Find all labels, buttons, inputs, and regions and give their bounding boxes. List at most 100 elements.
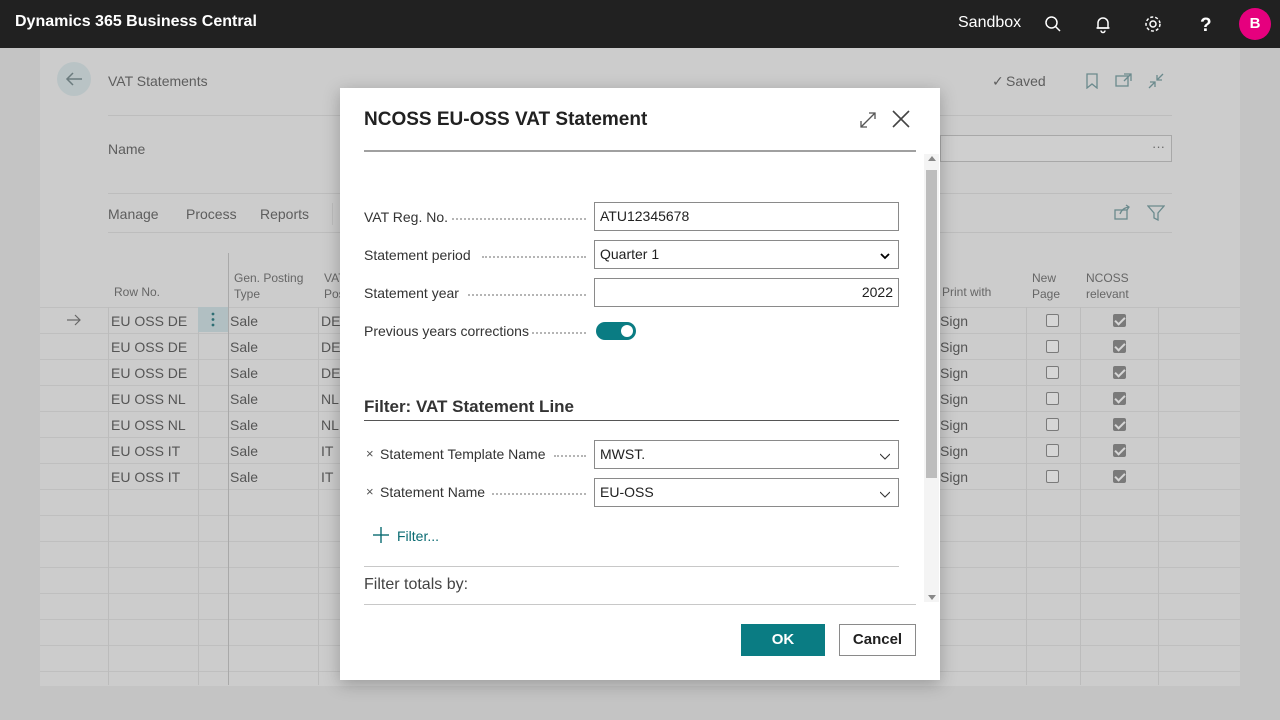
type-cell[interactable]: Sale bbox=[230, 391, 258, 407]
row-no-cell[interactable]: EU OSS NL bbox=[111, 417, 186, 433]
scroll-thumb[interactable] bbox=[926, 170, 937, 478]
column-header-gen-posting[interactable]: Gen. Posting bbox=[234, 270, 303, 286]
new-page-checkbox[interactable] bbox=[1046, 314, 1059, 327]
ncoss-relevant-checkbox[interactable] bbox=[1113, 340, 1126, 353]
cancel-button[interactable]: Cancel bbox=[839, 624, 916, 656]
action-manage[interactable]: Manage bbox=[108, 206, 159, 222]
vat-cell[interactable]: IT bbox=[321, 443, 333, 459]
type-cell[interactable]: Sale bbox=[230, 417, 258, 433]
scroll-down-arrow-icon[interactable] bbox=[928, 595, 936, 600]
ncoss-relevant-checkbox[interactable] bbox=[1113, 392, 1126, 405]
type-cell[interactable]: Sale bbox=[230, 365, 258, 381]
column-header-ncoss[interactable]: NCOSS bbox=[1086, 270, 1129, 286]
print-with-cell[interactable]: Sign bbox=[940, 443, 968, 459]
column-header-new[interactable]: New bbox=[1032, 270, 1056, 286]
statement-name-field[interactable]: EU-OSS bbox=[594, 478, 899, 507]
ncoss-relevant-checkbox[interactable] bbox=[1113, 366, 1126, 379]
print-with-cell[interactable]: Sign bbox=[940, 417, 968, 433]
filter-icon[interactable] bbox=[1147, 205, 1165, 221]
field-leader-dots bbox=[532, 332, 586, 334]
row-no-cell[interactable]: EU OSS DE bbox=[111, 339, 187, 355]
action-process[interactable]: Process bbox=[186, 206, 237, 222]
chevron-down-icon[interactable] bbox=[880, 451, 890, 461]
print-with-cell[interactable]: Sign bbox=[940, 365, 968, 381]
ncoss-relevant-checkbox[interactable] bbox=[1113, 444, 1126, 457]
new-page-checkbox[interactable] bbox=[1046, 340, 1059, 353]
new-page-checkbox[interactable] bbox=[1046, 470, 1059, 483]
print-with-cell[interactable]: Sign bbox=[940, 391, 968, 407]
remove-filter-icon[interactable]: × bbox=[366, 446, 374, 461]
statement-period-select[interactable]: Quarter 1 bbox=[594, 240, 899, 269]
new-page-checkbox[interactable] bbox=[1046, 444, 1059, 457]
plus-icon[interactable] bbox=[372, 526, 390, 544]
top-navigation-bar: Dynamics 365 Business Central Sandbox ? … bbox=[0, 0, 1280, 48]
column-header-print-with[interactable]: Print with bbox=[942, 284, 991, 300]
add-filter-link[interactable]: Filter... bbox=[397, 528, 439, 544]
collapse-icon[interactable] bbox=[1147, 72, 1165, 90]
ncoss-relevant-checkbox[interactable] bbox=[1113, 314, 1126, 327]
type-cell[interactable]: Sale bbox=[230, 339, 258, 355]
column-header-row-no[interactable]: Row No. bbox=[114, 284, 160, 300]
app-title[interactable]: Dynamics 365 Business Central bbox=[15, 13, 257, 31]
help-icon[interactable]: ? bbox=[1195, 14, 1215, 34]
statement-template-name-field[interactable]: MWST. bbox=[594, 440, 899, 469]
print-with-cell[interactable]: Sign bbox=[940, 339, 968, 355]
row-no-cell[interactable]: EU OSS IT bbox=[111, 443, 180, 459]
type-cell[interactable]: Sale bbox=[230, 469, 258, 485]
chevron-down-icon[interactable] bbox=[880, 489, 890, 499]
open-new-window-icon[interactable] bbox=[1115, 72, 1133, 88]
statement-template-name-value: MWST. bbox=[600, 446, 646, 462]
ncoss-relevant-checkbox[interactable] bbox=[1113, 418, 1126, 431]
name-field-menu[interactable]: ··· bbox=[1152, 139, 1165, 154]
field-leader-dots bbox=[482, 256, 586, 258]
statement-period-label: Statement period bbox=[364, 247, 471, 263]
vat-cell[interactable]: DE bbox=[321, 365, 340, 381]
vat-cell[interactable]: DE bbox=[321, 339, 340, 355]
filter-template-name-label: Statement Template Name bbox=[380, 446, 546, 462]
bookmark-icon[interactable] bbox=[1085, 73, 1099, 89]
back-button[interactable] bbox=[57, 62, 91, 96]
new-page-checkbox[interactable] bbox=[1046, 392, 1059, 405]
action-reports[interactable]: Reports bbox=[260, 206, 309, 222]
statement-year-field[interactable]: 2022 bbox=[594, 278, 899, 307]
close-icon[interactable] bbox=[890, 108, 912, 130]
vat-reg-no-field[interactable]: ATU12345678 bbox=[594, 202, 899, 231]
page-margin-right bbox=[1240, 48, 1280, 720]
name-field[interactable]: ··· bbox=[940, 135, 1172, 162]
type-cell[interactable]: Sale bbox=[230, 443, 258, 459]
print-with-cell[interactable]: Sign bbox=[940, 313, 968, 329]
dialog-scrollbar[interactable] bbox=[924, 154, 939, 602]
remove-filter-icon[interactable]: × bbox=[366, 484, 374, 499]
expand-icon[interactable] bbox=[858, 110, 878, 130]
scroll-up-arrow-icon[interactable] bbox=[928, 156, 936, 161]
ncoss-relevant-checkbox[interactable] bbox=[1113, 470, 1126, 483]
saved-status: Saved bbox=[1006, 73, 1046, 89]
vat-reg-no-label: VAT Reg. No. bbox=[364, 209, 449, 225]
vat-cell[interactable]: DE bbox=[321, 313, 340, 329]
ok-button[interactable]: OK bbox=[741, 624, 825, 656]
vat-cell[interactable]: NL bbox=[321, 417, 339, 433]
previous-years-corrections-label: Previous years corrections bbox=[364, 323, 529, 339]
previous-years-corrections-toggle[interactable] bbox=[596, 322, 636, 340]
toggle-knob bbox=[621, 325, 633, 337]
search-icon[interactable] bbox=[1043, 14, 1063, 34]
new-page-checkbox[interactable] bbox=[1046, 418, 1059, 431]
row-no-cell[interactable]: EU OSS DE bbox=[111, 313, 187, 329]
gear-icon[interactable] bbox=[1143, 14, 1163, 34]
type-cell[interactable]: Sale bbox=[230, 313, 258, 329]
vat-cell[interactable]: IT bbox=[321, 469, 333, 485]
filter-section-title: Filter: VAT Statement Line bbox=[364, 397, 575, 416]
vat-statement-dialog: NCOSS EU-OSS VAT Statement VAT Reg. No. … bbox=[340, 88, 940, 680]
field-leader-dots bbox=[554, 455, 586, 457]
field-leader-dots bbox=[468, 294, 586, 296]
row-no-cell[interactable]: EU OSS IT bbox=[111, 469, 180, 485]
new-page-checkbox[interactable] bbox=[1046, 366, 1059, 379]
row-actions-button[interactable] bbox=[198, 307, 228, 332]
bell-icon[interactable] bbox=[1093, 14, 1113, 34]
row-no-cell[interactable]: EU OSS NL bbox=[111, 391, 186, 407]
vat-cell[interactable]: NL bbox=[321, 391, 339, 407]
row-no-cell[interactable]: EU OSS DE bbox=[111, 365, 187, 381]
avatar[interactable]: B bbox=[1239, 8, 1271, 40]
share-icon[interactable] bbox=[1114, 204, 1132, 220]
print-with-cell[interactable]: Sign bbox=[940, 469, 968, 485]
